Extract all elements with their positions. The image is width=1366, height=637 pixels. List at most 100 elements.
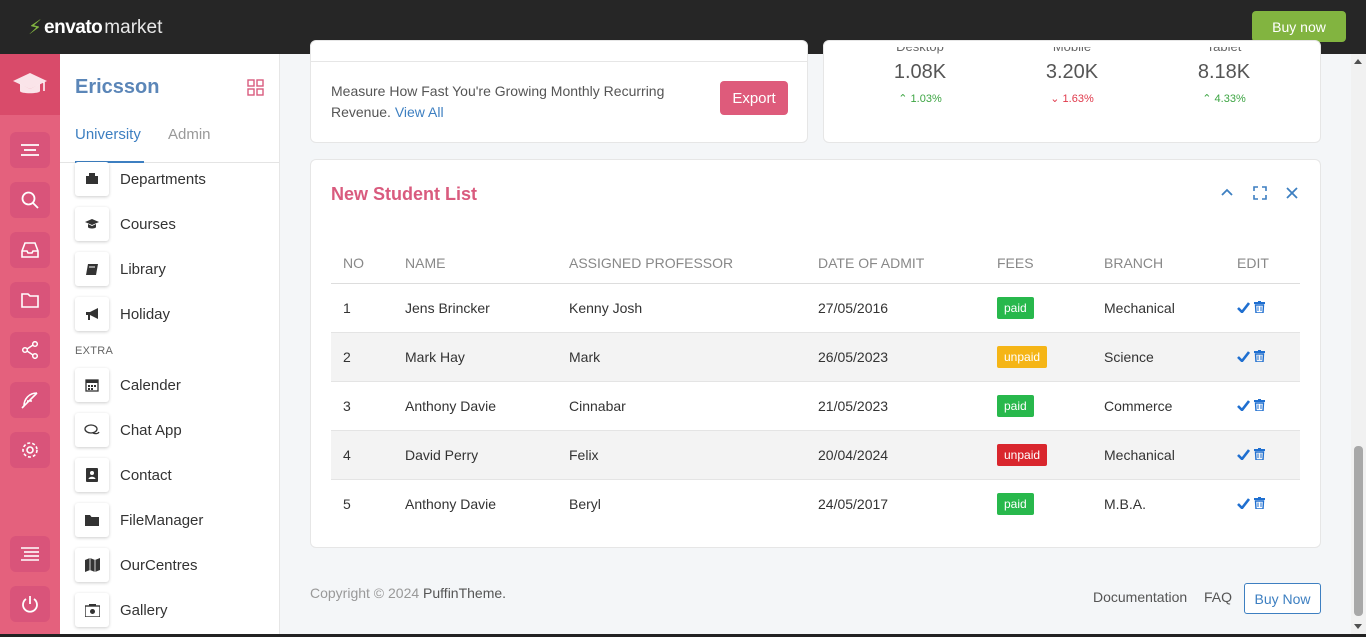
cell-no: 2 <box>331 332 393 382</box>
table-row: 3 Anthony Davie Cinnabar 21/05/2023 paid… <box>331 381 1300 431</box>
sidebar-item-label: FileManager <box>120 511 204 529</box>
sidebar-item-label: Contact <box>120 466 172 484</box>
search-icon[interactable] <box>10 182 50 218</box>
stat-desktop: Desktop 1.08K ⌃ 1.03% <box>860 38 980 105</box>
sidebar-item-departments[interactable]: Departments <box>75 162 275 196</box>
check-icon[interactable] <box>1237 448 1250 460</box>
check-icon[interactable] <box>1237 301 1250 313</box>
stat-label: Mobile <box>1052 39 1092 54</box>
scrollbar-thumb[interactable] <box>1354 446 1363 616</box>
card-title: New Student List <box>331 184 478 204</box>
trash-icon[interactable] <box>1254 399 1265 411</box>
sidebar-item-chat-app[interactable]: Chat App <box>75 413 275 447</box>
stat-label: Desktop <box>896 39 944 54</box>
page-scrollbar[interactable] <box>1351 54 1366 634</box>
stat-change: ⌃ 1.03% <box>898 93 942 105</box>
footer-buy-now-button[interactable]: Buy Now <box>1244 583 1321 614</box>
check-icon[interactable] <box>1237 399 1250 411</box>
sidebar-item-holiday[interactable]: Holiday <box>75 297 275 331</box>
sidebar-item-contact[interactable]: Contact <box>75 458 275 492</box>
graduation-cap-logo-icon <box>13 72 47 93</box>
view-all-link[interactable]: View All <box>395 104 444 120</box>
trash-icon[interactable] <box>1254 448 1265 460</box>
stat-value: 1.08K <box>893 61 947 83</box>
share-icon[interactable] <box>10 332 50 368</box>
copyright-label: Copyright © 2024 <box>310 585 420 601</box>
cell-date: 27/05/2016 <box>806 283 985 333</box>
feather-icon[interactable] <box>10 382 50 418</box>
align-lines-icon[interactable] <box>10 536 50 572</box>
stat-value: 3.20K <box>1045 61 1099 83</box>
fullscreen-icon[interactable] <box>1253 186 1267 205</box>
cell-branch: M.B.A. <box>1104 495 1147 512</box>
cell-professor: Felix <box>557 430 806 480</box>
documentation-link[interactable]: Documentation <box>1093 589 1187 605</box>
envato-logo[interactable]: ⚡ envato market <box>28 15 162 40</box>
table-row: 4 David Perry Felix 20/04/2024 unpaid Me… <box>331 430 1300 480</box>
stat-value: 8.18K <box>1197 61 1251 83</box>
cell-no: 1 <box>331 283 393 333</box>
column-header: BRANCH <box>1092 244 1225 284</box>
cell-edit <box>1225 332 1300 382</box>
sidebar-item-calender[interactable]: Calender <box>75 368 275 402</box>
cell-date: 26/05/2023 <box>806 332 985 382</box>
close-icon[interactable] <box>1286 186 1298 204</box>
trash-icon[interactable] <box>1254 497 1265 510</box>
cell-professor: Cinnabar <box>557 381 806 431</box>
sidebar-tabs: University Admin <box>60 124 279 163</box>
inbox-icon[interactable] <box>10 232 50 268</box>
scroll-up-arrow[interactable] <box>1354 59 1362 64</box>
cell-branch: Science <box>1092 332 1225 382</box>
table-row: 1 Jens Brincker Kenny Josh 27/05/2016 pa… <box>331 283 1300 333</box>
copyright-brand[interactable]: PuffinTheme. <box>423 585 506 601</box>
tab-admin[interactable]: Admin <box>168 126 211 143</box>
cell-edit <box>1225 479 1300 528</box>
folder-icon <box>75 503 109 537</box>
trash-icon[interactable] <box>1254 350 1265 362</box>
sidebar-item-gallery[interactable]: Gallery <box>75 593 275 627</box>
sidebar-item-label: Gallery <box>120 601 168 619</box>
megaphone-icon <box>75 297 109 331</box>
check-icon[interactable] <box>1237 350 1250 362</box>
grid-icon[interactable] <box>247 79 264 101</box>
table-row: 5 Anthony Davie Beryl 24/05/2017 paid M.… <box>331 479 1300 528</box>
envato-market: market <box>104 16 163 38</box>
sidebar-item-library[interactable]: Library <box>75 252 275 286</box>
table-header-row: NO NAME ASSIGNED PROFESSOR DATE OF ADMIT… <box>331 244 1300 284</box>
cell-professor: Mark <box>557 332 806 382</box>
cell-no: 5 <box>343 495 351 512</box>
collapse-icon[interactable] <box>1221 186 1233 204</box>
contact-icon <box>75 458 109 492</box>
cell-date: 21/05/2023 <box>806 381 985 431</box>
app-logo[interactable] <box>0 54 60 115</box>
sidebar-item-ourcentres[interactable]: OurCentres <box>75 548 275 582</box>
sidebar-item-label: Holiday <box>120 305 171 323</box>
cell-edit <box>1225 283 1300 333</box>
graduation-cap-icon <box>75 207 109 241</box>
cell-branch: Mechanical <box>1092 283 1225 333</box>
tab-university[interactable]: University <box>75 126 141 143</box>
table-row: 2 Mark Hay Mark 26/05/2023 unpaid Scienc… <box>331 332 1300 382</box>
folder-icon[interactable] <box>10 282 50 318</box>
sidebar-item-filemanager[interactable]: FileManager <box>75 503 275 537</box>
cell-branch: Mechanical <box>1092 430 1225 480</box>
fees-badge: unpaid <box>997 443 1048 466</box>
sidebar-item-label: Courses <box>120 215 176 233</box>
cell-name: Mark Hay <box>393 332 557 382</box>
trash-icon[interactable] <box>1254 301 1265 313</box>
check-icon[interactable] <box>1237 497 1250 509</box>
column-header: NO <box>331 244 393 284</box>
power-icon[interactable] <box>10 586 50 622</box>
sidebar-item-courses[interactable]: Courses <box>75 207 275 241</box>
menu-lines-icon[interactable] <box>10 132 50 168</box>
column-header: ASSIGNED PROFESSOR <box>557 244 806 284</box>
envato-brand: envato <box>44 16 103 38</box>
faq-link[interactable]: FAQ <box>1204 589 1232 605</box>
scroll-down-arrow[interactable] <box>1354 624 1362 629</box>
cell-fees: unpaid <box>985 430 1092 480</box>
card-divider <box>311 61 807 62</box>
stat-mobile: Mobile 3.20K ⌄ 1.63% <box>1012 38 1132 105</box>
settings-icon[interactable] <box>10 432 50 468</box>
export-button[interactable]: Export <box>720 81 788 115</box>
fees-badge: paid <box>997 394 1034 417</box>
